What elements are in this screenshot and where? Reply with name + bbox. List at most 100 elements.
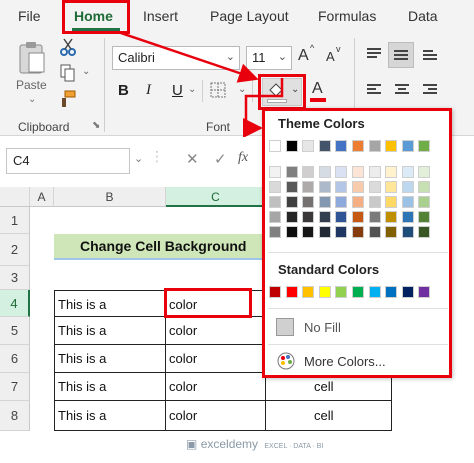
theme-shade-swatch[interactable] — [319, 166, 331, 178]
theme-shade-swatch[interactable] — [385, 196, 397, 208]
theme-shade-swatch[interactable] — [269, 166, 281, 178]
standard-color-swatch[interactable] — [269, 286, 281, 298]
standard-color-swatch[interactable] — [402, 286, 414, 298]
theme-shade-swatch[interactable] — [369, 181, 381, 193]
cell-c6[interactable]: color — [166, 345, 266, 373]
theme-shade-swatch[interactable] — [369, 196, 381, 208]
theme-color-swatch[interactable] — [369, 140, 381, 152]
cancel-icon[interactable]: ✕ — [186, 150, 199, 168]
theme-shade-swatch[interactable] — [335, 166, 347, 178]
title-cell[interactable]: Change Cell Background — [54, 234, 268, 260]
theme-color-swatch[interactable] — [418, 140, 430, 152]
theme-shade-swatch[interactable] — [352, 181, 364, 193]
row-header-4[interactable]: 4 — [0, 290, 30, 317]
cell-b4[interactable]: This is a — [54, 290, 166, 317]
theme-shade-swatch[interactable] — [418, 166, 430, 178]
row-header-6[interactable]: 6 — [0, 345, 30, 373]
row-header-5[interactable]: 5 — [0, 317, 30, 345]
standard-color-swatch[interactable] — [418, 286, 430, 298]
theme-shade-swatch[interactable] — [286, 226, 298, 238]
theme-shade-swatch[interactable] — [286, 211, 298, 223]
row-header-7[interactable]: 7 — [0, 373, 30, 401]
theme-shade-swatch[interactable] — [286, 181, 298, 193]
cell-c8[interactable]: color — [166, 401, 266, 431]
theme-shade-swatch[interactable] — [302, 181, 314, 193]
more-colors-option[interactable]: More Colors... — [268, 348, 448, 374]
theme-shade-swatch[interactable] — [402, 166, 414, 178]
cell-d8[interactable]: cell — [266, 401, 392, 431]
theme-shade-swatch[interactable] — [352, 211, 364, 223]
theme-shade-swatch[interactable] — [286, 196, 298, 208]
cell-c5[interactable]: color — [166, 317, 266, 345]
theme-shade-swatch[interactable] — [385, 166, 397, 178]
cell-b5[interactable]: This is a — [54, 317, 166, 345]
standard-color-swatch[interactable] — [302, 286, 314, 298]
theme-shade-swatch[interactable] — [352, 166, 364, 178]
enter-icon[interactable]: ✓ — [214, 150, 227, 168]
formula-bar-handle-icon[interactable]: ⋮ — [150, 148, 164, 165]
theme-shade-swatch[interactable] — [369, 211, 381, 223]
theme-color-swatch[interactable] — [319, 140, 331, 152]
theme-color-swatch[interactable] — [335, 140, 347, 152]
theme-shade-swatch[interactable] — [335, 196, 347, 208]
column-header-c[interactable]: C — [166, 187, 266, 207]
theme-shade-swatch[interactable] — [269, 211, 281, 223]
theme-shade-swatch[interactable] — [269, 181, 281, 193]
theme-color-swatch[interactable] — [269, 140, 281, 152]
theme-shade-swatch[interactable] — [319, 181, 331, 193]
column-header-a[interactable]: A — [30, 187, 54, 207]
standard-color-swatch[interactable] — [385, 286, 397, 298]
theme-color-swatch[interactable] — [302, 140, 314, 152]
theme-color-swatch[interactable] — [402, 140, 414, 152]
theme-shade-swatch[interactable] — [302, 211, 314, 223]
name-box-dropdown-icon[interactable]: ⌄ — [134, 152, 143, 165]
theme-shade-swatch[interactable] — [352, 226, 364, 238]
theme-shade-swatch[interactable] — [385, 211, 397, 223]
theme-shade-swatch[interactable] — [269, 226, 281, 238]
standard-color-swatch[interactable] — [352, 286, 364, 298]
theme-shade-swatch[interactable] — [402, 211, 414, 223]
theme-color-swatch[interactable] — [385, 140, 397, 152]
theme-shade-swatch[interactable] — [369, 166, 381, 178]
cell-b7[interactable]: This is a — [54, 373, 166, 401]
select-all-corner[interactable] — [0, 187, 30, 207]
theme-shade-swatch[interactable] — [369, 226, 381, 238]
theme-shade-swatch[interactable] — [319, 196, 331, 208]
standard-color-swatch[interactable] — [335, 286, 347, 298]
theme-shade-swatch[interactable] — [302, 166, 314, 178]
theme-shade-swatch[interactable] — [418, 226, 430, 238]
theme-shade-swatch[interactable] — [335, 181, 347, 193]
cell-b6[interactable]: This is a — [54, 345, 166, 373]
theme-shade-swatch[interactable] — [286, 166, 298, 178]
theme-shade-swatch[interactable] — [402, 181, 414, 193]
theme-shade-swatch[interactable] — [402, 196, 414, 208]
theme-shade-swatch[interactable] — [319, 211, 331, 223]
standard-color-swatch[interactable] — [286, 286, 298, 298]
cell-b8[interactable]: This is a — [54, 401, 166, 431]
theme-color-swatch[interactable] — [286, 140, 298, 152]
theme-shade-swatch[interactable] — [319, 226, 331, 238]
theme-shade-swatch[interactable] — [335, 211, 347, 223]
row-header-3[interactable]: 3 — [0, 266, 30, 290]
no-fill-option[interactable]: No Fill — [268, 314, 448, 340]
column-header-b[interactable]: B — [54, 187, 166, 207]
standard-color-swatch[interactable] — [319, 286, 331, 298]
theme-shade-swatch[interactable] — [418, 196, 430, 208]
theme-color-swatch[interactable] — [352, 140, 364, 152]
theme-shade-swatch[interactable] — [385, 226, 397, 238]
cell-c7[interactable]: color — [166, 373, 266, 401]
theme-shade-swatch[interactable] — [385, 181, 397, 193]
theme-shade-swatch[interactable] — [418, 181, 430, 193]
theme-shade-swatch[interactable] — [402, 226, 414, 238]
theme-shade-swatch[interactable] — [418, 211, 430, 223]
theme-shade-swatch[interactable] — [302, 196, 314, 208]
row-header-2[interactable]: 2 — [0, 234, 30, 266]
row-header-1[interactable]: 1 — [0, 207, 30, 234]
theme-shade-swatch[interactable] — [335, 226, 347, 238]
row-header-8[interactable]: 8 — [0, 401, 30, 431]
theme-shade-swatch[interactable] — [352, 196, 364, 208]
theme-shade-swatch[interactable] — [302, 226, 314, 238]
theme-shade-swatch[interactable] — [269, 196, 281, 208]
name-box[interactable]: C4 — [6, 148, 130, 174]
standard-color-swatch[interactable] — [369, 286, 381, 298]
